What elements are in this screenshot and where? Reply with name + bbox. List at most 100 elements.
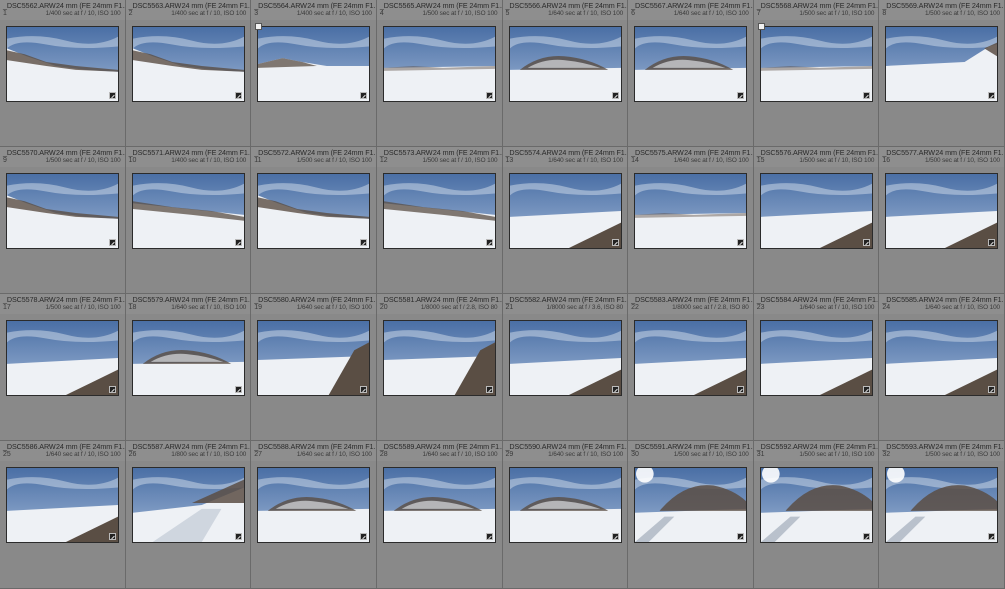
grid-cell-22[interactable]: _DSC5583.ARW 24 mm (FE 24mm F1... 22 1/8… [628, 294, 754, 441]
grid-cell-16[interactable]: _DSC5577.ARW 24 mm (FE 24mm F1... 16 1/5… [879, 147, 1005, 294]
photo-thumbnail[interactable] [257, 173, 371, 249]
develop-badge-icon[interactable] [737, 92, 745, 99]
develop-badge-icon[interactable] [862, 386, 870, 393]
grid-cell-31[interactable]: _DSC5592.ARW 24 mm (FE 24mm F1... 31 1/5… [753, 441, 880, 589]
photo-thumbnail[interactable] [508, 173, 622, 249]
develop-badge-icon[interactable] [109, 386, 116, 393]
develop-badge-icon[interactable] [234, 92, 242, 99]
photo-thumbnail[interactable] [759, 173, 873, 249]
photo-thumbnail[interactable] [131, 320, 245, 396]
grid-cell-15[interactable]: _DSC5576.ARW 24 mm (FE 24mm F1... 15 1/5… [753, 147, 880, 294]
photo-thumbnail[interactable] [382, 320, 496, 396]
develop-badge-icon[interactable] [485, 533, 493, 540]
grid-cell-6[interactable]: _DSC5567.ARW 24 mm (FE 24mm F1... 6 1/64… [628, 0, 754, 147]
develop-badge-icon[interactable] [862, 239, 870, 246]
grid-cell-8[interactable]: _DSC5569.ARW 24 mm (FE 24mm F1... 8 1/50… [879, 0, 1005, 147]
photo-thumbnail[interactable] [382, 467, 496, 543]
grid-cell-12[interactable]: _DSC5573.ARW 24 mm (FE 24mm F1... 12 1/5… [376, 147, 503, 294]
pick-flag-icon[interactable] [757, 23, 765, 30]
grid-cell-4[interactable]: _DSC5565.ARW 24 mm (FE 24mm F1... 4 1/50… [376, 0, 503, 147]
grid-cell-20[interactable]: _DSC5581.ARW 24 mm (FE 24mm F1... 20 1/8… [376, 294, 503, 441]
grid-cell-23[interactable]: _DSC5584.ARW 24 mm (FE 24mm F1... 23 1/6… [753, 294, 880, 441]
grid-cell-29[interactable]: _DSC5590.ARW 24 mm (FE 24mm F1... 29 1/6… [502, 441, 629, 589]
photo-thumbnail[interactable] [885, 320, 999, 396]
develop-badge-icon[interactable] [988, 239, 996, 246]
develop-badge-icon[interactable] [360, 533, 368, 540]
grid-cell-26[interactable]: _DSC5587.ARW 24 mm (FE 24mm F1... 26 1/8… [125, 441, 252, 589]
grid-cell-7[interactable]: _DSC5568.ARW 24 mm (FE 24mm F1... 7 1/50… [753, 0, 880, 147]
photo-thumbnail[interactable] [6, 467, 119, 543]
photo-thumbnail[interactable] [508, 26, 622, 102]
photo-thumbnail[interactable] [6, 320, 119, 396]
develop-badge-icon[interactable] [737, 239, 745, 246]
develop-badge-icon[interactable] [485, 239, 493, 246]
photo-thumbnail[interactable] [131, 26, 245, 102]
develop-badge-icon[interactable] [737, 533, 745, 540]
grid-cell-21[interactable]: _DSC5582.ARW 24 mm (FE 24mm F1... 21 1/8… [502, 294, 629, 441]
grid-cell-18[interactable]: _DSC5579.ARW 24 mm (FE 24mm F1... 18 1/6… [125, 294, 252, 441]
grid-cell-10[interactable]: _DSC5571.ARW 24 mm (FE 24mm F1... 10 1/4… [125, 147, 252, 294]
develop-badge-icon[interactable] [862, 92, 870, 99]
develop-badge-icon[interactable] [988, 386, 996, 393]
develop-badge-icon[interactable] [360, 239, 368, 246]
photo-thumbnail[interactable] [885, 467, 999, 543]
develop-badge-icon[interactable] [988, 92, 996, 99]
grid-cell-1[interactable]: _DSC5562.ARW 24 mm (FE 24mm F1... 1 1/40… [0, 0, 126, 147]
develop-badge-icon[interactable] [360, 386, 368, 393]
photo-thumbnail[interactable] [257, 467, 371, 543]
grid-cell-13[interactable]: _DSC5574.ARW 24 mm (FE 24mm F1... 13 1/6… [502, 147, 629, 294]
develop-badge-icon[interactable] [109, 533, 116, 540]
photo-thumbnail[interactable] [885, 173, 999, 249]
photo-thumbnail[interactable] [634, 320, 748, 396]
grid-cell-2[interactable]: _DSC5563.ARW 24 mm (FE 24mm F1... 2 1/40… [125, 0, 252, 147]
develop-badge-icon[interactable] [611, 533, 619, 540]
grid-cell-25[interactable]: _DSC5586.ARW 24 mm (FE 24mm F1... 25 1/6… [0, 441, 126, 589]
grid-cell-11[interactable]: _DSC5572.ARW 24 mm (FE 24mm F1... 11 1/5… [251, 147, 377, 294]
cell-header: _DSC5576.ARW 24 mm (FE 24mm F1... 15 1/5… [753, 147, 878, 167]
develop-badge-icon[interactable] [234, 386, 242, 393]
photo-thumbnail[interactable] [508, 320, 622, 396]
develop-badge-icon[interactable] [611, 386, 619, 393]
photo-thumbnail[interactable] [6, 173, 119, 249]
photo-thumbnail[interactable] [382, 173, 496, 249]
develop-badge-icon[interactable] [988, 533, 996, 540]
photo-thumbnail[interactable] [257, 26, 371, 102]
photo-thumbnail[interactable] [131, 173, 245, 249]
develop-badge-icon[interactable] [360, 92, 368, 99]
develop-badge-icon[interactable] [109, 92, 116, 99]
grid-cell-28[interactable]: _DSC5589.ARW 24 mm (FE 24mm F1... 28 1/6… [376, 441, 503, 589]
develop-badge-icon[interactable] [611, 239, 619, 246]
file-name: _DSC5592.ARW [756, 442, 810, 451]
grid-cell-9[interactable]: _DSC5570.ARW 24 mm (FE 24mm F1... 9 1/50… [0, 147, 126, 294]
photo-thumbnail[interactable] [131, 467, 245, 543]
photo-thumbnail[interactable] [634, 173, 748, 249]
photo-thumbnail[interactable] [508, 467, 622, 543]
grid-cell-5[interactable]: _DSC5566.ARW 24 mm (FE 24mm F1... 5 1/64… [502, 0, 629, 147]
photo-thumbnail[interactable] [885, 26, 999, 102]
develop-badge-icon[interactable] [234, 533, 242, 540]
grid-cell-30[interactable]: _DSC5591.ARW 24 mm (FE 24mm F1... 30 1/5… [628, 441, 754, 589]
develop-badge-icon[interactable] [737, 386, 745, 393]
photo-thumbnail[interactable] [382, 26, 496, 102]
photo-thumbnail[interactable] [759, 26, 873, 102]
grid-cell-17[interactable]: _DSC5578.ARW 24 mm (FE 24mm F1... 17 1/5… [0, 294, 126, 441]
grid-cell-14[interactable]: _DSC5575.ARW 24 mm (FE 24mm F1... 14 1/6… [628, 147, 754, 294]
photo-thumbnail[interactable] [634, 467, 748, 543]
photo-thumbnail[interactable] [6, 26, 119, 102]
develop-badge-icon[interactable] [234, 239, 242, 246]
grid-cell-27[interactable]: _DSC5588.ARW 24 mm (FE 24mm F1... 27 1/6… [251, 441, 377, 589]
develop-badge-icon[interactable] [485, 386, 493, 393]
develop-badge-icon[interactable] [109, 239, 116, 246]
photo-thumbnail[interactable] [759, 467, 873, 543]
grid-cell-3[interactable]: _DSC5564.ARW 24 mm (FE 24mm F1... 3 1/40… [251, 0, 377, 147]
photo-thumbnail[interactable] [759, 320, 873, 396]
photo-thumbnail[interactable] [634, 26, 748, 102]
photo-thumbnail[interactable] [257, 320, 371, 396]
grid-cell-32[interactable]: _DSC5593.ARW 24 mm (FE 24mm F1... 32 1/5… [879, 441, 1005, 589]
develop-badge-icon[interactable] [611, 92, 619, 99]
develop-badge-icon[interactable] [485, 92, 493, 99]
pick-flag-icon[interactable] [255, 23, 263, 30]
grid-cell-19[interactable]: _DSC5580.ARW 24 mm (FE 24mm F1... 19 1/6… [251, 294, 377, 441]
develop-badge-icon[interactable] [862, 533, 870, 540]
grid-cell-24[interactable]: _DSC5585.ARW 24 mm (FE 24mm F1... 24 1/6… [879, 294, 1005, 441]
